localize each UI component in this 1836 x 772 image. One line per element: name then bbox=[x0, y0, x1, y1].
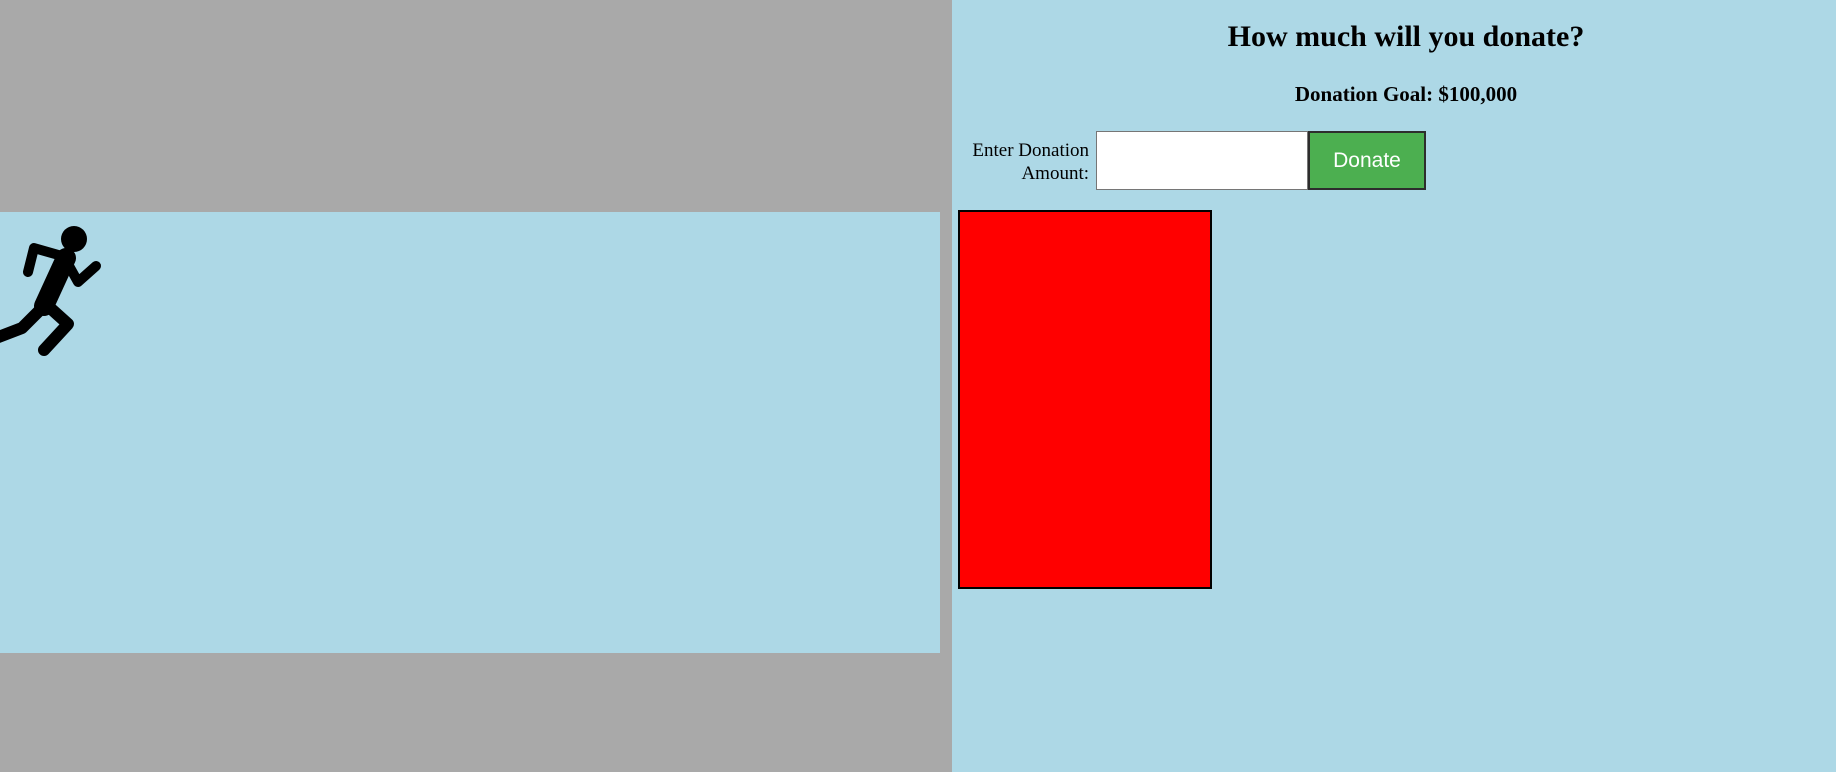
game-track bbox=[0, 212, 940, 653]
donation-amount-label: Enter Donation Amount: bbox=[972, 140, 1089, 184]
page: How much will you donate? Donation Goal:… bbox=[0, 0, 1836, 772]
donation-goal: Donation Goal: $100,000 bbox=[1294, 82, 1518, 106]
donation-progress-bar bbox=[958, 210, 1212, 589]
donation-heading: How much will you donate? bbox=[1227, 20, 1585, 53]
donation-progress-fill bbox=[960, 212, 1210, 587]
donation-panel: How much will you donate? Donation Goal:… bbox=[952, 0, 1836, 772]
donate-button[interactable]: Donate bbox=[1308, 131, 1426, 190]
donation-amount-input[interactable] bbox=[1096, 131, 1308, 190]
running-person-icon bbox=[0, 226, 101, 356]
